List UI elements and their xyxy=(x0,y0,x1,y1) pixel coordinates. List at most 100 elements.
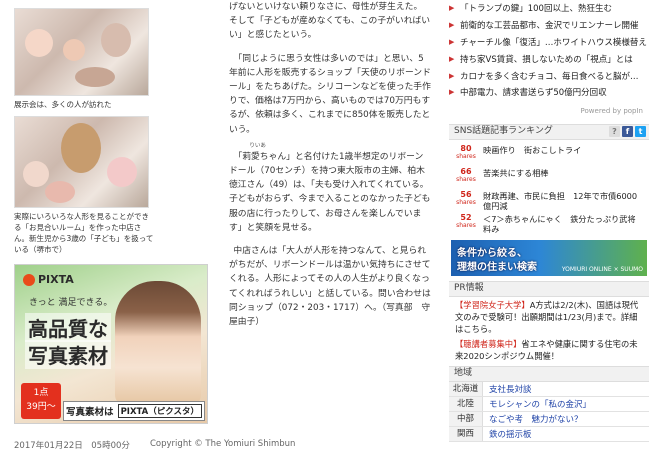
region-name: 北海道 xyxy=(449,381,483,396)
arrow-right-icon: ▶ xyxy=(449,88,455,97)
ad-headline-2: 写真素材 xyxy=(25,340,111,369)
share-count-number: 56 xyxy=(460,189,472,199)
article-paragraph-1: げないといけない頼りなさに、母性が芽生えた。そして「子どもが産めなくても、この子… xyxy=(229,2,431,41)
pr-item[interactable]: 【聴講者募集中】省エネや健康に関する住宅の未来2020シンポジウム開催！ xyxy=(455,338,645,362)
ad-tagline: きっと 満足できる。 xyxy=(29,298,113,308)
housing-search-banner[interactable]: 条件から絞る、 理想の住まい検索 YOMIURI ONLINE × SUUMO xyxy=(451,239,647,276)
powered-by[interactable]: Powered by popIn xyxy=(449,107,649,115)
pixta-brand: PIXTA xyxy=(38,273,74,286)
banner-line-2: 理想の住まい検索 xyxy=(457,261,537,273)
share-count-unit: shares xyxy=(456,152,476,160)
region-list: 北海道 支社長対談 北陸 モレシャンの「私の金沢」 中部 なごや考 魅力がない？ 関西… xyxy=(449,381,649,442)
region-item[interactable]: 北陸 モレシャンの「私の金沢」 xyxy=(449,396,649,412)
exhibition-photo[interactable] xyxy=(14,8,149,96)
popular-item[interactable]: ▶ 持ち家VS賃貸、損しないための「視点」とは xyxy=(449,50,649,67)
ad-headline-1: 高品質な xyxy=(25,313,111,342)
ad-price-line-2: 39円〜 xyxy=(26,402,56,412)
ad-strip: 写真素材は PIXTA（ピクスタ） xyxy=(63,401,205,421)
article-body: げないといけない頼りなさに、母性が芽生えた。そして「子どもが産めなくても、この子… xyxy=(229,0,431,338)
popular-item-label: 前衛的な工芸品都市、金沢でリエンナーレ開催 xyxy=(460,21,639,32)
pixta-ad[interactable]: PIXTA きっと 満足できる。 高品質な 写真素材 1点 39円〜 写真素材は… xyxy=(14,264,208,424)
ranking-item[interactable]: 56 shares 財政再建、市民に負担 12年で市債6000億円減 xyxy=(449,188,649,211)
photo-caption-2: 実際にいろいろな人形を見ることができる「お見合いルーム」を作った中店さん。新生児… xyxy=(14,212,154,254)
ad-strip-brand: PIXTA（ピクスタ） xyxy=(117,404,202,418)
pixta-logo: PIXTA xyxy=(23,273,74,286)
left-column: 展示会は、多くの人が訪れた 実際にいろいろな人形を見ることができる「お見合いルー… xyxy=(14,0,210,255)
region-link[interactable]: 鉄の揺示板 xyxy=(483,428,532,440)
arrow-right-icon: ▶ xyxy=(449,37,455,46)
popular-item-label: 持ち家VS賃貸、損しないための「視点」とは xyxy=(460,54,633,65)
ruby-reading: りいあ xyxy=(249,142,266,149)
ranking-item[interactable]: 52 shares ＜7＞赤ちゃんにゃく 鉄分たっぷり武将料み xyxy=(449,211,649,234)
right-sidebar: ▶ 「トランプの鍵」100回以上、熱狂生む ▶ 前衛的な工芸品都市、金沢でリエンナー… xyxy=(449,0,649,442)
popular-item-label: カロナを多く含むチョコ、毎日食べると脳が… xyxy=(460,71,639,82)
share-count-number: 66 xyxy=(460,166,472,176)
share-count-number: 52 xyxy=(460,212,472,222)
help-icon[interactable]: ? xyxy=(609,126,620,138)
facebook-icon[interactable]: f xyxy=(622,126,633,138)
region-item[interactable]: 中部 なごや考 魅力がない？ xyxy=(449,411,649,427)
region-link[interactable]: モレシャンの「私の金沢」 xyxy=(483,398,591,410)
share-count: 52 shares xyxy=(449,212,483,229)
popular-item[interactable]: ▶ 前衛的な工芸品都市、金沢でリエンナーレ開催 xyxy=(449,17,649,34)
banner-line-1: 条件から絞る、 xyxy=(457,247,527,259)
arrow-right-icon: ▶ xyxy=(449,4,455,13)
share-count: 80 shares xyxy=(449,143,483,160)
pr-title: PR情報 xyxy=(454,283,484,294)
shop-room-photo[interactable] xyxy=(14,116,149,208)
photo-caption-1: 展示会は、多くの人が訪れた xyxy=(14,100,112,109)
region-link[interactable]: なごや考 魅力がない？ xyxy=(483,413,583,425)
popular-item-label: 中部電力、請求書送らず50億円分回収 xyxy=(460,88,607,99)
sns-ranking-list: 80 shares 映画作り 街おこしトライ 66 shares 苦楽共にする相棒 … xyxy=(449,142,649,234)
popular-item[interactable]: ▶ 「トランプの鍵」100回以上、熱狂生む xyxy=(449,0,649,17)
ranking-item[interactable]: 80 shares 映画作り 街おこしトライ xyxy=(449,142,649,165)
ranking-item-title: 映画作り 街おこしトライ xyxy=(483,144,582,155)
popular-list: ▶ 「トランプの鍵」100回以上、熱狂生む ▶ 前衛的な工芸品都市、金沢でリエンナー… xyxy=(449,0,649,101)
sns-ranking-header: SNS話題記事ランキング ? f t xyxy=(449,123,649,140)
share-count: 66 shares xyxy=(449,166,483,183)
copyright: Copyright © The Yomiuri Shimbun xyxy=(150,439,296,449)
region-name: 関西 xyxy=(449,426,483,441)
region-item[interactable]: 北海道 支社長対談 xyxy=(449,381,649,397)
article-paragraph-2: 「同じように思う女性は多いのでは」と思い、5年前に人形を販売するショップ「天使の… xyxy=(229,53,431,135)
ranking-item-title: 苦楽共にする相棒 xyxy=(483,167,549,178)
region-title: 地域 xyxy=(454,368,473,379)
arrow-right-icon: ▶ xyxy=(449,71,455,80)
pr-list: 【学習院女子大学】A方式は2/2(木)、国語は現代文のみで受験可！出願期間は1/… xyxy=(449,297,649,362)
ranking-item-title: ＜7＞赤ちゃんにゃく 鉄分たっぷり武将料み xyxy=(483,213,636,235)
popular-item[interactable]: ▶ 中部電力、請求書送らず50億円分回収 xyxy=(449,84,649,101)
share-count: 56 shares xyxy=(449,189,483,206)
banner-credit: YOMIURI ONLINE × SUUMO xyxy=(561,265,643,273)
region-item[interactable]: 関西 鉄の揺示板 xyxy=(449,426,649,442)
sns-icons: ? f t xyxy=(609,126,646,138)
ad-price-line-1: 1点 xyxy=(33,388,49,398)
article-date: 2017年01月22日 05時00分 xyxy=(14,441,130,451)
share-count-unit: shares xyxy=(456,198,476,206)
region-name: 中部 xyxy=(449,411,483,426)
region-name: 北陸 xyxy=(449,396,483,411)
twitter-icon[interactable]: t xyxy=(635,126,646,138)
popular-item-label: チャーチル像「復活」…ホワイトハウス模様替え xyxy=(460,37,647,48)
popular-item[interactable]: ▶ カロナを多く含むチョコ、毎日食べると脳が… xyxy=(449,67,649,84)
pr-header: PR情報 xyxy=(449,280,649,297)
ad-model-image xyxy=(115,281,201,405)
arrow-right-icon: ▶ xyxy=(449,54,455,63)
article-paragraph-3: りいあ 「莉愛ちゃん」と名付けた1歳半想定のリボーンドール（70センチ）を持つ東… xyxy=(229,142,431,235)
popular-item-label: 「トランプの鍵」100回以上、熱狂生む xyxy=(460,4,612,15)
article-paragraph-3-text: 「莉愛ちゃん」と名付けた1歳半想定のリボーンドール（70センチ）を持つ東大阪市の… xyxy=(229,151,431,233)
article-paragraph-4: 中店さんは「大人が人形を持つなんて、と見られがちだが、リボーンドールは温かい気持… xyxy=(229,246,431,328)
pr-item-tag: 【学習院女子大学】 xyxy=(455,299,530,310)
popular-item[interactable]: ▶ チャーチル像「復活」…ホワイトハウス模様替え xyxy=(449,34,649,51)
pixta-logo-icon xyxy=(23,273,35,286)
ad-price-badge: 1点 39円〜 xyxy=(21,383,61,419)
region-link[interactable]: 支社長対談 xyxy=(483,383,532,395)
arrow-right-icon: ▶ xyxy=(449,21,455,30)
share-count-unit: shares xyxy=(456,175,476,183)
share-count-number: 80 xyxy=(460,143,472,153)
share-count-unit: shares xyxy=(456,221,476,229)
ad-strip-label: 写真素材は xyxy=(66,407,114,418)
ranking-item[interactable]: 66 shares 苦楽共にする相棒 xyxy=(449,165,649,188)
pr-item[interactable]: 【学習院女子大学】A方式は2/2(木)、国語は現代文のみで受験可！出願期間は1/… xyxy=(455,299,645,335)
sns-ranking-title: SNS話題記事ランキング xyxy=(454,126,553,137)
ranking-item-title: 財政再建、市民に負担 12年で市債6000億円減 xyxy=(483,190,638,212)
